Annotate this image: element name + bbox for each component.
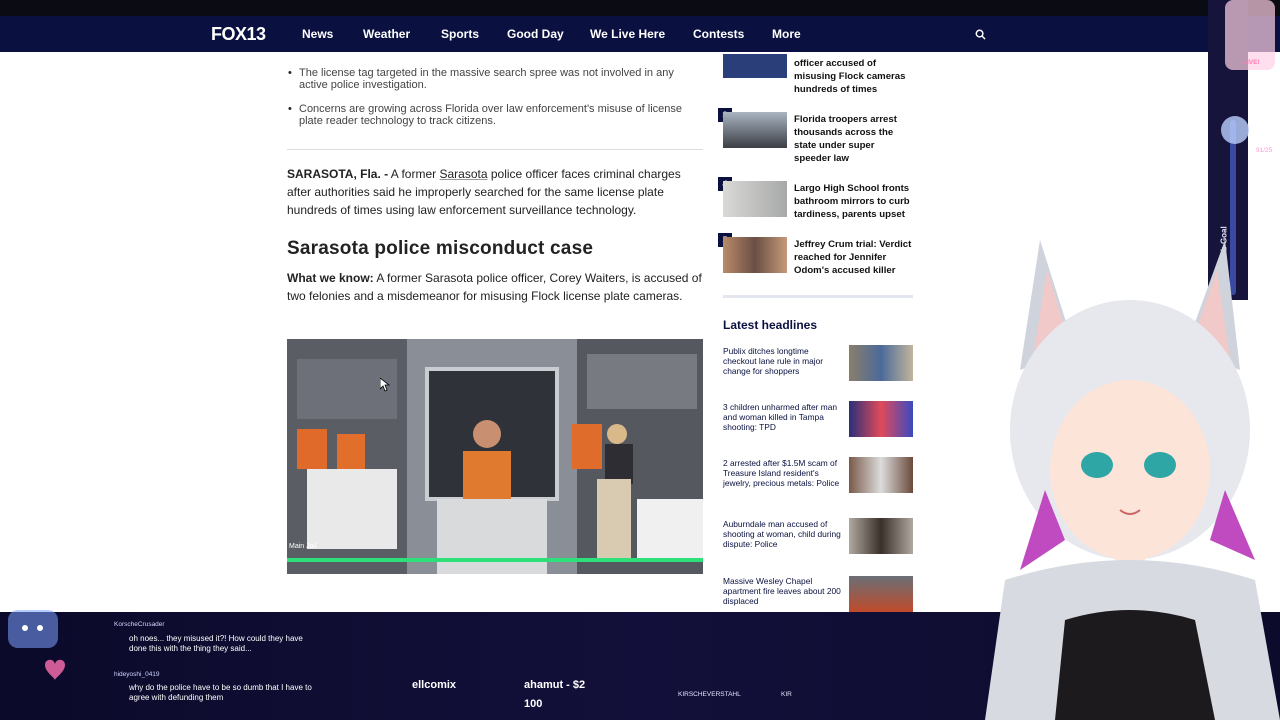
latest-title-4[interactable]: Auburndale man accused of shooting at wo… xyxy=(723,519,841,549)
ticker-item-2: ahamut - $2 xyxy=(524,679,586,691)
latest-title-1[interactable]: Publix ditches longtime checkout lane ru… xyxy=(723,346,841,376)
latest-title-5[interactable]: Massive Wesley Chapel apartment fire lea… xyxy=(723,576,841,606)
latest-thumb-2[interactable] xyxy=(849,401,913,437)
ticker-item-1: ellcomix xyxy=(412,679,457,691)
mouse-cursor-icon xyxy=(380,378,390,392)
nav-news[interactable]: News xyxy=(302,27,333,41)
article-divider xyxy=(287,149,703,150)
live-badge: LIVE! xyxy=(1243,59,1260,66)
article-video[interactable] xyxy=(287,339,703,574)
sub-goal-count: 91/25 xyxy=(1256,147,1273,154)
stream-handle-2: KIR xyxy=(781,691,792,698)
summary-bullet-1: The license tag targeted in the massive … xyxy=(288,67,694,91)
lead-paragraph: SARASOTA, Fla. - A former Sarasota polic… xyxy=(287,165,697,219)
site-logo[interactable]: FOX13 xyxy=(211,24,266,45)
latest-title-3[interactable]: 2 arrested after $1.5M scam of Treasure … xyxy=(723,458,841,488)
trending-thumb-2[interactable] xyxy=(723,54,787,78)
nav-weather[interactable]: Weather xyxy=(363,27,410,41)
section-heading: Sarasota police misconduct case xyxy=(287,238,594,259)
trending-thumb-4[interactable] xyxy=(723,181,787,217)
sarasota-link[interactable]: Sarasota xyxy=(439,167,487,181)
what-we-know-label: What we know: xyxy=(287,271,374,285)
summary-bullet-2: Concerns are growing across Florida over… xyxy=(288,103,694,127)
what-we-know-paragraph: What we know: A former Sarasota police o… xyxy=(287,269,707,305)
chat-mascot-icon xyxy=(8,610,65,680)
nav-good-day[interactable]: Good Day xyxy=(507,27,564,41)
trending-title-2[interactable]: officer accused of misusing Flock camera… xyxy=(794,57,914,96)
video-caption: Main Jail xyxy=(289,543,317,550)
chat-message-1: oh noes... they misused it?! How could t… xyxy=(129,634,303,653)
latest-thumb-1[interactable] xyxy=(849,345,913,381)
latest-thumb-5[interactable] xyxy=(849,576,913,612)
nav-contests[interactable]: Contests xyxy=(693,27,744,41)
trending-title-4[interactable]: Largo High School fronts bathroom mirror… xyxy=(794,182,914,221)
chat-username-1: KorscheCrusader xyxy=(114,621,165,628)
latest-headlines-heading: Latest headlines xyxy=(723,318,818,332)
courtroom-video-frame xyxy=(287,339,703,574)
nav-sports[interactable]: Sports xyxy=(441,27,479,41)
trending-thumb-3[interactable] xyxy=(723,112,787,148)
chat-username-2: hideyoshi_0419 xyxy=(114,671,160,678)
latest-thumb-4[interactable] xyxy=(849,518,913,554)
ticker-item-3: 100 xyxy=(524,698,543,710)
browser-top-strip xyxy=(0,0,1280,16)
dateline: SARASOTA, Fla. - xyxy=(287,167,389,181)
latest-title-2[interactable]: 3 children unharmed after man and woman … xyxy=(723,402,841,432)
search-icon[interactable] xyxy=(975,29,986,40)
latest-thumb-3[interactable] xyxy=(849,457,913,493)
chat-message-2: why do the police have to be so dumb tha… xyxy=(129,683,312,702)
trending-thumb-5[interactable] xyxy=(723,237,787,273)
nav-more[interactable]: More xyxy=(772,27,801,41)
stream-handle: KIRSCHEVERSTAHL xyxy=(678,691,741,698)
sidebar-divider xyxy=(723,295,913,298)
trending-title-3[interactable]: Florida troopers arrest thousands across… xyxy=(794,113,912,165)
vtuber-avatar xyxy=(985,240,1280,720)
lead-text-a: A former xyxy=(388,167,440,181)
nav-we-live-here[interactable]: We Live Here xyxy=(590,27,665,41)
trending-title-5[interactable]: Jeffrey Crum trial: Verdict reached for … xyxy=(794,238,914,277)
